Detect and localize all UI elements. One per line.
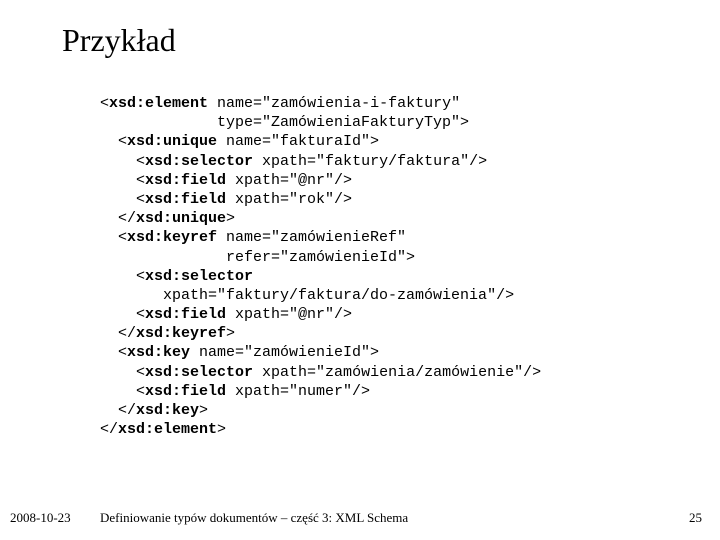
slide: Przykład <xsd:element name="zamówienia-i… [0,0,720,540]
code-line: <xsd:selector xpath="faktury/faktura"/> [100,153,487,170]
footer-page-number: 25 [689,510,702,526]
slide-title: Przykład [62,22,176,59]
code-line: refer="zamówienieId"> [100,249,415,266]
code-line: <xsd:key name="zamówienieId"> [100,344,379,361]
code-line: <xsd:selector xpath="zamówienia/zamówien… [100,364,541,381]
footer-caption: Definiowanie typów dokumentów – część 3:… [100,510,408,526]
code-line: <xsd:unique name="fakturaId"> [100,133,379,150]
code-line: </xsd:keyref> [100,325,235,342]
code-line: <xsd:field xpath="numer"/> [100,383,370,400]
footer-date: 2008-10-23 [10,510,71,526]
code-line: xpath="faktury/faktura/do-zamówienia"/> [100,287,514,304]
code-line: <xsd:field xpath="@nr"/> [100,172,352,189]
code-line: type="ZamówieniaFakturyTyp"> [100,114,469,131]
code-line: </xsd:key> [100,402,208,419]
code-block: <xsd:element name="zamówienia-i-faktury"… [100,94,541,439]
code-line: </xsd:element> [100,421,226,438]
code-line: <xsd:element name="zamówienia-i-faktury" [100,95,460,112]
code-line: <xsd:keyref name="zamówienieRef" [100,229,406,246]
code-line: <xsd:selector [100,268,253,285]
code-line: <xsd:field xpath="@nr"/> [100,306,352,323]
code-line: <xsd:field xpath="rok"/> [100,191,352,208]
code-line: </xsd:unique> [100,210,235,227]
